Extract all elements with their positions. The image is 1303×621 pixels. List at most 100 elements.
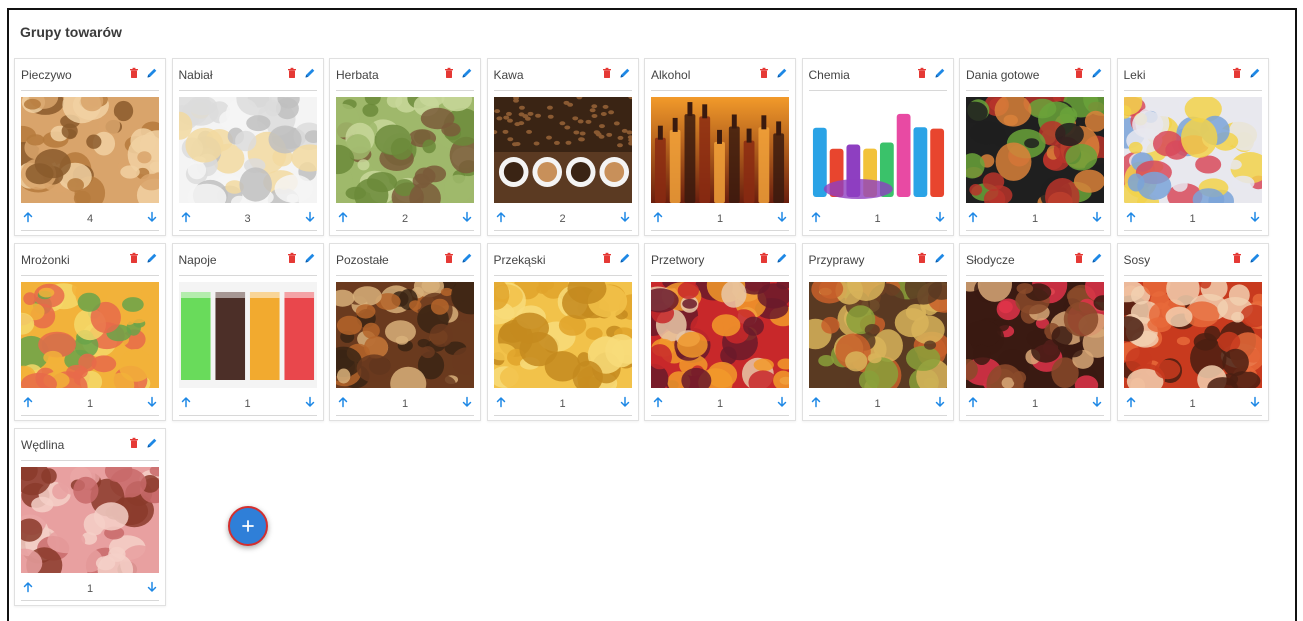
delete-group-button[interactable] xyxy=(915,252,929,267)
move-up-button[interactable] xyxy=(966,396,980,411)
move-down-button[interactable] xyxy=(145,396,159,411)
move-down-button[interactable] xyxy=(145,211,159,226)
group-image xyxy=(21,97,159,203)
move-up-button[interactable] xyxy=(1124,395,1138,413)
edit-group-button[interactable] xyxy=(303,253,317,267)
delete-group-button[interactable] xyxy=(1230,66,1244,84)
delete-group-button[interactable] xyxy=(127,252,141,267)
delete-group-button[interactable] xyxy=(600,66,614,84)
pencil-icon xyxy=(146,436,158,454)
group-item-count: 1 xyxy=(1189,397,1196,410)
edit-group-button[interactable] xyxy=(1090,253,1104,267)
pencil-icon xyxy=(619,251,631,269)
delete-group-button[interactable] xyxy=(1230,252,1244,267)
move-up-button[interactable] xyxy=(179,396,193,411)
move-down-button[interactable] xyxy=(1248,211,1262,226)
group-item-count: 2 xyxy=(559,212,566,225)
move-up-button[interactable] xyxy=(336,211,350,226)
delete-group-button[interactable] xyxy=(285,252,299,267)
delete-group-button[interactable] xyxy=(1072,66,1086,84)
move-down-button[interactable] xyxy=(775,211,789,226)
move-down-button[interactable] xyxy=(460,211,474,226)
move-up-button[interactable] xyxy=(1124,211,1138,226)
delete-group-button[interactable] xyxy=(600,252,614,267)
group-image xyxy=(21,467,159,573)
move-down-button[interactable] xyxy=(618,396,632,411)
move-down-button[interactable] xyxy=(1248,396,1262,411)
edit-group-button[interactable] xyxy=(145,253,159,267)
move-down-button[interactable] xyxy=(1090,211,1104,226)
move-up-button[interactable] xyxy=(179,211,193,226)
group-card: Przetwory 1 xyxy=(644,243,796,421)
delete-group-button[interactable] xyxy=(757,252,771,267)
group-image xyxy=(966,97,1104,203)
group-item-count: 3 xyxy=(244,212,251,225)
trash-icon xyxy=(601,66,613,84)
pencil-icon xyxy=(1249,251,1261,269)
move-up-button[interactable] xyxy=(651,211,665,226)
delete-group-button[interactable] xyxy=(285,67,299,82)
group-card: Chemia 1 xyxy=(801,58,954,236)
group-name: Dania gotowe xyxy=(966,67,1040,82)
move-up-button[interactable] xyxy=(21,581,35,596)
move-up-button[interactable] xyxy=(651,396,665,411)
plus-icon xyxy=(242,520,254,532)
edit-group-button[interactable] xyxy=(618,68,632,82)
arrow-up-icon xyxy=(495,395,507,413)
group-item-count: 1 xyxy=(401,397,409,410)
move-up-button[interactable] xyxy=(21,211,35,226)
group-card: Przekąski 1 xyxy=(486,243,639,421)
move-up-button[interactable] xyxy=(336,396,350,411)
move-down-button[interactable] xyxy=(460,396,474,411)
trash-icon xyxy=(1231,66,1243,84)
move-down-button[interactable] xyxy=(933,396,947,411)
arrow-up-icon xyxy=(1125,395,1137,413)
move-down-button[interactable] xyxy=(618,211,632,226)
edit-group-button[interactable] xyxy=(460,68,474,82)
delete-group-button[interactable] xyxy=(442,67,456,82)
move-down-button[interactable] xyxy=(775,395,789,413)
edit-group-button[interactable] xyxy=(618,253,632,267)
move-down-button[interactable] xyxy=(1090,396,1104,411)
group-item-count: 1 xyxy=(86,582,94,595)
delete-group-button[interactable] xyxy=(757,67,771,82)
move-up-button[interactable] xyxy=(494,210,508,228)
edit-group-button[interactable] xyxy=(933,253,947,267)
move-down-button[interactable] xyxy=(145,581,159,596)
add-group-button[interactable] xyxy=(228,506,268,546)
move-up-button[interactable] xyxy=(21,396,35,411)
edit-group-button[interactable] xyxy=(933,68,947,82)
edit-group-button[interactable] xyxy=(145,68,159,82)
group-card-header: Leki xyxy=(1123,59,1262,91)
delete-group-button[interactable] xyxy=(127,67,141,82)
edit-group-button[interactable] xyxy=(1090,68,1104,82)
group-card-footer: 4 xyxy=(21,207,159,231)
group-item-count: 1 xyxy=(716,397,724,410)
move-down-button[interactable] xyxy=(933,211,947,226)
edit-group-button[interactable] xyxy=(145,438,159,452)
edit-group-button[interactable] xyxy=(460,253,474,267)
arrow-up-icon xyxy=(495,210,507,228)
delete-group-button[interactable] xyxy=(127,437,141,452)
group-card-footer: 2 xyxy=(336,207,474,231)
group-image xyxy=(651,282,789,388)
delete-group-button[interactable] xyxy=(1072,252,1086,267)
move-up-button[interactable] xyxy=(809,211,823,226)
move-up-button[interactable] xyxy=(809,396,823,411)
move-down-button[interactable] xyxy=(303,396,317,411)
move-up-button[interactable] xyxy=(494,395,508,413)
group-name: Alkohol xyxy=(651,67,691,82)
delete-group-button[interactable] xyxy=(915,67,929,82)
edit-group-button[interactable] xyxy=(1248,253,1262,267)
edit-group-button[interactable] xyxy=(775,253,789,267)
arrow-down-icon xyxy=(776,395,788,413)
edit-group-button[interactable] xyxy=(775,68,789,82)
edit-group-button[interactable] xyxy=(1248,68,1262,82)
edit-group-button[interactable] xyxy=(303,68,317,82)
move-up-button[interactable] xyxy=(966,211,980,226)
move-down-button[interactable] xyxy=(303,211,317,226)
pencil-icon xyxy=(461,251,473,269)
trash-icon xyxy=(1073,66,1085,84)
delete-group-button[interactable] xyxy=(442,252,456,267)
group-name: Kawa xyxy=(493,67,524,82)
